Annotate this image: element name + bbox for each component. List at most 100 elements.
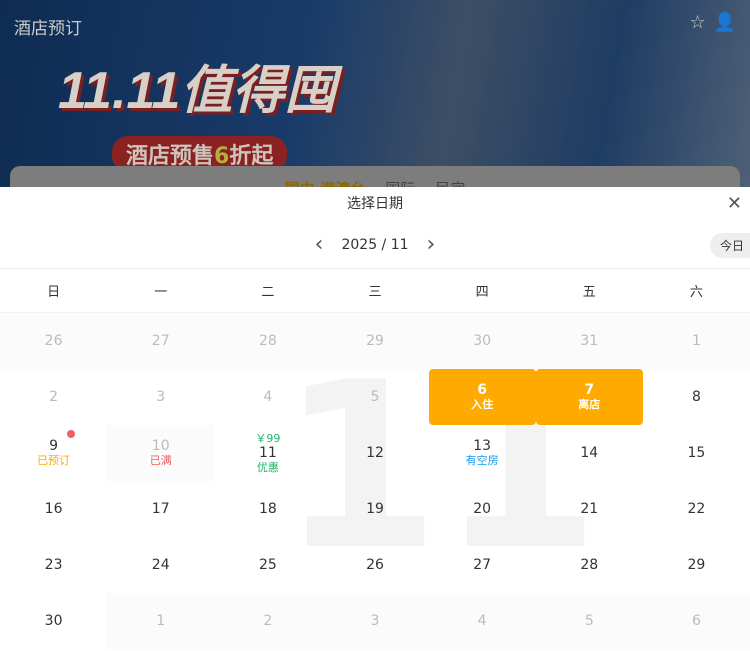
day-number: 3 <box>370 613 380 629</box>
calendar-day[interactable]: 12 <box>321 425 428 481</box>
weekday-label: 二 <box>261 285 275 300</box>
weekday-label: 六 <box>689 285 703 300</box>
calendar-day[interactable]: 27 <box>429 537 536 593</box>
calendar-day[interactable]: 29 <box>643 537 750 593</box>
calendar-day: 31 <box>535 313 643 369</box>
day-number: 30 <box>44 613 63 629</box>
calendar-day[interactable]: 20 <box>429 481 536 537</box>
weekday-label: 日 <box>47 285 61 300</box>
day-number: 4 <box>263 389 273 405</box>
calendar-day: 4 <box>428 593 536 649</box>
close-icon[interactable]: ✕ <box>727 187 742 221</box>
day-number: 1 <box>691 333 701 349</box>
date-picker-sheet: 选择日期 ✕ ‹ 2025 / 11 › 今日 日一二三四五六 11 26 27 28 2… <box>0 187 750 651</box>
weekday-label: 四 <box>475 285 489 300</box>
calendar-day: 26 <box>0 313 108 369</box>
user-icon[interactable]: 👤 <box>714 12 736 33</box>
calendar-day: 29 <box>321 313 429 369</box>
calendar-day[interactable]: 22 <box>643 481 750 537</box>
day-number: 30 <box>473 333 492 349</box>
calendar-day[interactable]: 7 离店 <box>535 369 643 425</box>
calendar-day: 3 <box>321 593 429 649</box>
day-number: 26 <box>366 557 384 573</box>
calendar-day[interactable]: 21 <box>536 481 643 537</box>
sheet-title: 选择日期 <box>347 196 403 212</box>
calendar-day: 3 <box>107 369 214 425</box>
day-status: 优惠 <box>256 460 279 474</box>
page-title: 酒店预订 <box>14 19 82 39</box>
day-number: 28 <box>580 557 599 573</box>
day-number: 19 <box>366 501 384 517</box>
day-number: 28 <box>258 333 277 349</box>
calendar-day[interactable]: 6 入住 <box>428 369 536 425</box>
month-label: 2025 / 11 <box>341 236 409 253</box>
day-status: 有空房 <box>465 454 499 467</box>
calendar-day[interactable]: 30 <box>0 593 107 649</box>
calendar-day: 30 <box>428 313 536 369</box>
day-number: 2 <box>263 613 273 629</box>
day-number: 26 <box>44 333 63 349</box>
day-number: 31 <box>580 333 599 349</box>
calendar-day[interactable]: 14 <box>536 425 643 481</box>
day-status: 离店 <box>578 398 601 411</box>
day-status: 已满 <box>149 454 172 467</box>
day-status: 入住 <box>471 398 494 411</box>
calendar-day: 27 <box>107 313 215 369</box>
day-number: 25 <box>258 557 277 573</box>
day-number: 6 <box>477 382 487 398</box>
day-number: 6 <box>691 613 701 629</box>
day-status: 已预订 <box>37 454 71 467</box>
weekday-label: 五 <box>582 285 596 300</box>
calendar-day: 1 <box>642 313 750 369</box>
calendar-day[interactable]: 24 <box>107 537 214 593</box>
weekday-label: 三 <box>368 285 382 300</box>
calendar-day[interactable]: 23 <box>0 537 107 593</box>
day-number: 18 <box>258 501 277 517</box>
calendar-day: 2 <box>214 593 322 649</box>
day-number: 2 <box>49 389 59 405</box>
calendar-day[interactable]: 25 <box>214 537 321 593</box>
day-number: 22 <box>687 501 706 517</box>
calendar-day: 6 <box>642 593 750 649</box>
promo-headline: 11.11值得囤 <box>58 62 337 120</box>
day-number: 1 <box>156 613 166 629</box>
day-number: 27 <box>151 333 170 349</box>
weekday-label: 一 <box>154 285 168 300</box>
day-price: ￥99 <box>255 431 281 445</box>
calendar-day[interactable]: 15 <box>643 425 750 481</box>
prev-month-button[interactable]: ‹ <box>315 232 324 257</box>
day-number: 16 <box>44 501 63 517</box>
day-number: 13 <box>473 438 492 454</box>
star-icon[interactable]: ☆ <box>689 12 705 33</box>
next-month-button[interactable]: › <box>427 232 436 257</box>
calendar-day[interactable]: ￥99 11 优惠 <box>214 425 321 481</box>
day-number: 11 <box>258 444 277 461</box>
calendar-day[interactable]: 16 <box>0 481 107 537</box>
calendar-day[interactable]: 18 <box>214 481 321 537</box>
calendar-day: 28 <box>214 313 322 369</box>
day-number: 23 <box>44 557 63 573</box>
calendar-day: 5 <box>321 369 428 425</box>
day-number: 20 <box>473 501 492 517</box>
badge-dot <box>67 430 76 438</box>
day-number: 10 <box>151 438 170 454</box>
day-number: 5 <box>584 613 594 629</box>
calendar-day[interactable]: 19 <box>321 481 428 537</box>
day-number: 21 <box>580 501 599 517</box>
day-number: 14 <box>580 445 599 461</box>
day-number: 24 <box>151 557 170 573</box>
day-number: 15 <box>687 445 706 461</box>
calendar-day[interactable]: 28 <box>536 537 643 593</box>
calendar-day[interactable]: 13 有空房 <box>429 425 536 481</box>
day-number: 9 <box>49 438 59 454</box>
today-button[interactable]: 今日 <box>709 233 750 258</box>
calendar-day: 10 已满 <box>107 425 215 481</box>
calendar-day[interactable]: 17 <box>107 481 214 537</box>
calendar-day: 4 <box>214 369 321 425</box>
calendar-day[interactable]: 9 已预订 <box>0 425 107 481</box>
calendar-day[interactable]: 26 <box>321 537 428 593</box>
day-number: 5 <box>370 389 380 405</box>
calendar-day[interactable]: 8 <box>643 369 750 425</box>
calendar-day: 2 <box>0 369 107 425</box>
day-number: 3 <box>156 389 166 405</box>
